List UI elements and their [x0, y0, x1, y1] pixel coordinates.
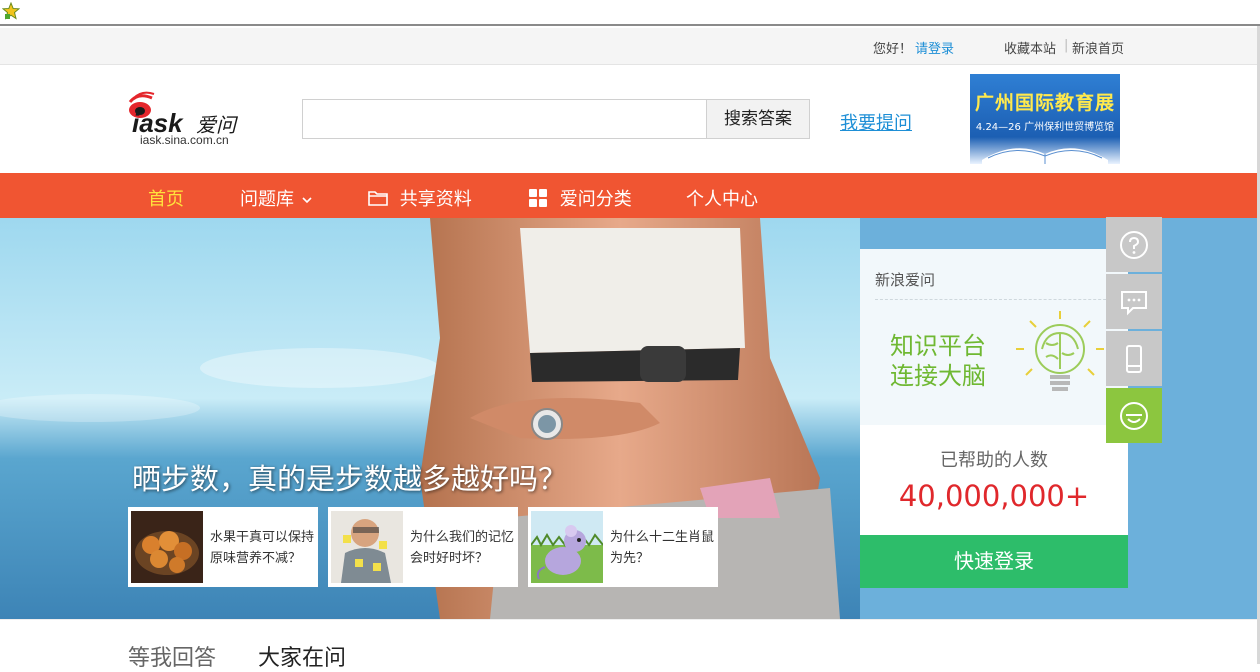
- search-input[interactable]: [302, 99, 707, 139]
- help-button[interactable]: [1106, 217, 1162, 272]
- article-card[interactable]: 水果干真可以保持原味营养不减？: [128, 507, 318, 587]
- nav-shared-files-label: 共享资料: [399, 189, 472, 210]
- cartoon-mouse-image: [531, 511, 603, 583]
- tab-everyone-asking[interactable]: 大家在问: [258, 640, 346, 672]
- ad-title: 广州国际教育展: [974, 92, 1115, 114]
- helped-count-label: 已帮助的人数: [940, 450, 1048, 471]
- bookmark-link[interactable]: 收藏本站: [1004, 38, 1056, 57]
- site-header: iask 爱问 iask.sina.com.cn 搜索答案 我要提问 广州国际教…: [0, 65, 1257, 173]
- emoji-button[interactable]: [1106, 388, 1162, 443]
- iask-info-panel: 新浪爱问 知识平台 连接大脑 已帮助的人数 40,000,000+ 快速登录: [860, 249, 1128, 588]
- side-toolbar: [1106, 217, 1162, 444]
- article-card[interactable]: 为什么十二生肖鼠为先？: [528, 507, 718, 587]
- greeting-text: 您好！: [873, 42, 913, 57]
- login-link[interactable]: 请登录: [915, 38, 954, 57]
- helped-count: 40,000,000+: [898, 479, 1090, 513]
- nav-categories[interactable]: 爱问分类: [528, 185, 632, 211]
- open-book-icon: [982, 148, 1108, 164]
- panel-header: 新浪爱问 知识平台 连接大脑: [860, 249, 1128, 425]
- slogan-line: 知识平台: [890, 332, 986, 360]
- nav-question-library[interactable]: 问题库: [240, 185, 312, 211]
- article-card-text: 水果干真可以保持原味营养不减？: [210, 530, 315, 566]
- main-nav: 首页 问题库 共享资料 爱问分类 个人中心: [0, 173, 1257, 218]
- grid-icon: [529, 189, 547, 207]
- panel-title: 新浪爱问: [875, 271, 936, 289]
- question-tabs: 等我回答 大家在问: [0, 619, 1257, 671]
- folder-icon: [368, 191, 388, 206]
- hero-banner: 晒步数，真的是步数越多越好吗？ 水果干真可以保持原味营养不减？ 为什么我们的记忆…: [0, 218, 1257, 619]
- nav-categories-label: 爱问分类: [559, 189, 632, 210]
- panel-slogan: 知识平台 连接大脑: [890, 331, 986, 391]
- feedback-button[interactable]: [1106, 274, 1162, 329]
- chat-icon: [1121, 291, 1147, 316]
- mobile-app-button[interactable]: [1106, 331, 1162, 386]
- article-card[interactable]: 为什么我们的记忆会时好时坏？: [328, 507, 518, 587]
- nav-home[interactable]: 首页: [148, 185, 184, 211]
- nav-personal-center[interactable]: 个人中心: [686, 185, 758, 211]
- lightbulb-brain-icon: [1016, 311, 1104, 391]
- ad-subtitle: 4.24—26 广州保利世贸博览馆: [975, 122, 1115, 133]
- browser-bookmark-bar: [0, 0, 1260, 26]
- ad-banner[interactable]: 广州国际教育展 4.24—26 广州保利世贸博览馆: [970, 74, 1120, 164]
- nav-shared-files[interactable]: 共享资料: [368, 185, 472, 211]
- logo-domain: iask.sina.com.cn: [140, 133, 229, 147]
- ask-question-link[interactable]: 我要提问: [840, 109, 912, 135]
- mobile-icon: [1126, 345, 1142, 373]
- nav-question-library-label: 问题库: [240, 189, 294, 210]
- search-button[interactable]: 搜索答案: [706, 99, 810, 139]
- article-card-text: 为什么十二生肖鼠为先？: [610, 530, 715, 566]
- smile-icon: [1120, 402, 1148, 430]
- tab-waiting-answer[interactable]: 等我回答: [128, 640, 216, 672]
- question-icon: [1120, 231, 1148, 259]
- slogan-line: 连接大脑: [890, 362, 986, 390]
- favorites-star-icon[interactable]: [2, 2, 20, 20]
- sina-home-link[interactable]: 新浪首页: [1072, 38, 1124, 57]
- forgetful-man-image: [331, 511, 403, 583]
- article-card-text: 为什么我们的记忆会时好时坏？: [410, 530, 515, 566]
- hero-title[interactable]: 晒步数，真的是步数越多越好吗？: [132, 456, 567, 498]
- dried-fruit-image: [131, 511, 203, 583]
- quick-login-button[interactable]: 快速登录: [860, 535, 1128, 588]
- top-utility-bar: 您好！ 请登录 收藏本站 | 新浪首页: [0, 28, 1257, 65]
- divider: |: [1064, 38, 1069, 53]
- chevron-down-icon: [302, 197, 312, 204]
- divider: [875, 299, 1121, 300]
